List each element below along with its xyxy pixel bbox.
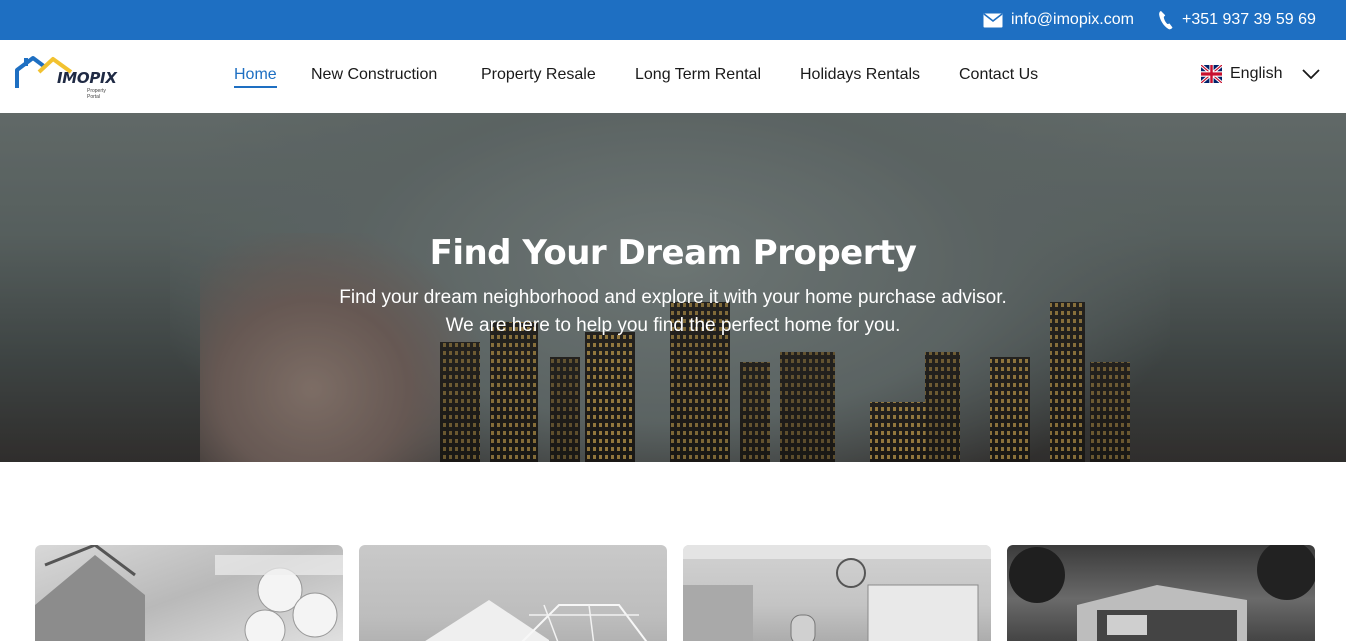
hero-banner: Find Your Dream Property Find your dream… xyxy=(0,113,1346,462)
interior-room-image xyxy=(683,545,991,641)
nav-long-term-rental[interactable]: Long Term Rental xyxy=(635,66,761,84)
category-card-image[interactable] xyxy=(683,545,991,641)
envelope-icon xyxy=(983,12,1003,27)
blueprints-house-model-image xyxy=(35,545,343,641)
category-card-image[interactable] xyxy=(1007,545,1315,641)
top-contact-bar: info@imopix.com +351 937 39 59 69 xyxy=(0,0,1346,40)
nav-holidays-rentals[interactable]: Holidays Rentals xyxy=(800,66,920,84)
modern-house-forest-image xyxy=(1009,545,1315,641)
email-text: info@imopix.com xyxy=(1011,11,1134,28)
uk-flag-icon xyxy=(1201,65,1222,83)
nav-new-construction[interactable]: New Construction xyxy=(311,66,437,84)
house-construction-image xyxy=(425,600,648,641)
phone-icon xyxy=(1159,11,1173,30)
nav-property-resale[interactable]: Property Resale xyxy=(481,66,596,84)
nav-contact-us[interactable]: Contact Us xyxy=(959,66,1038,84)
site-header: IMOPIX Property Portal Home New Construc… xyxy=(0,40,1346,113)
language-label: English xyxy=(1230,65,1283,82)
phone-text: +351 937 39 59 69 xyxy=(1182,11,1316,28)
language-selector[interactable]: English xyxy=(1201,65,1321,83)
nav-home[interactable]: Home xyxy=(234,66,277,88)
email-link[interactable]: info@imopix.com xyxy=(983,0,1134,40)
phone-link[interactable]: +351 937 39 59 69 xyxy=(1158,0,1316,40)
category-card-image[interactable] xyxy=(35,545,343,641)
logo-wordmark: IMOPIX xyxy=(57,69,117,87)
chevron-down-icon xyxy=(1302,69,1321,79)
site-logo[interactable]: IMOPIX Property Portal xyxy=(15,54,117,100)
hero-title: Find Your Dream Property xyxy=(429,233,917,273)
logo-tagline: Property Portal xyxy=(87,88,106,100)
hero-subtitle: Find your dream neighborhood and explore… xyxy=(339,287,1007,336)
category-card-image[interactable] xyxy=(359,545,667,641)
